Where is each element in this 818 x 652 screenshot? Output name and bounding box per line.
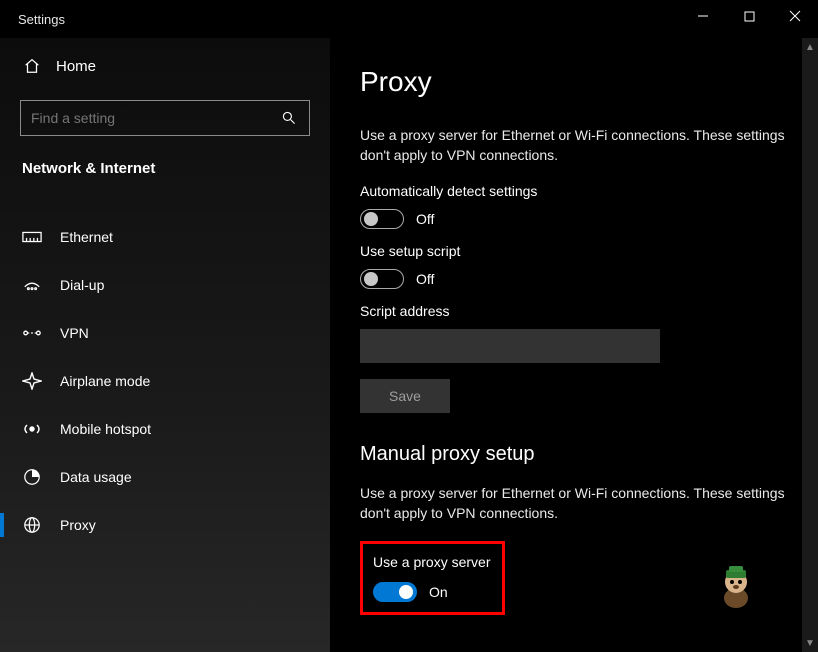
script-address-input[interactable]: [360, 329, 660, 363]
sidebar-item-vpn[interactable]: VPN: [0, 309, 330, 357]
auto-detect-label: Automatically detect settings: [360, 183, 788, 199]
page-title: Proxy: [360, 66, 788, 98]
proxy-icon: [22, 515, 42, 535]
mascot-icon: [714, 564, 758, 610]
manual-proxy-heading: Manual proxy setup: [360, 443, 788, 466]
use-proxy-label: Use a proxy server: [373, 554, 490, 570]
sidebar-item-label: Airplane mode: [60, 373, 150, 389]
minimize-button[interactable]: [680, 0, 726, 32]
ethernet-icon: [22, 227, 42, 247]
sidebar-item-label: Proxy: [60, 517, 96, 533]
window-title: Settings: [18, 12, 65, 27]
data-usage-icon: [22, 467, 42, 487]
window-controls: [680, 0, 818, 32]
search-box[interactable]: [20, 100, 310, 136]
sidebar-item-ethernet[interactable]: Ethernet: [0, 213, 330, 261]
highlight-annotation: Use a proxy server On: [360, 541, 505, 615]
sidebar-item-proxy[interactable]: Proxy: [0, 501, 330, 549]
main-panel: Proxy Use a proxy server for Ethernet or…: [330, 38, 818, 652]
manual-proxy-description: Use a proxy server for Ethernet or Wi-Fi…: [360, 484, 788, 523]
auto-detect-state: Off: [416, 211, 434, 227]
sidebar: Home Network & Internet Ethernet Dial-up: [0, 38, 330, 652]
sidebar-group-title: Network & Internet: [0, 154, 330, 191]
setup-script-label: Use setup script: [360, 243, 788, 259]
search-input[interactable]: [31, 110, 279, 126]
sidebar-item-label: Dial-up: [60, 277, 104, 293]
dialup-icon: [22, 275, 42, 295]
maximize-button[interactable]: [726, 0, 772, 32]
vertical-scrollbar[interactable]: ▲ ▼: [802, 38, 818, 652]
sidebar-item-hotspot[interactable]: Mobile hotspot: [0, 405, 330, 453]
proxy-description: Use a proxy server for Ethernet or Wi-Fi…: [360, 126, 788, 165]
use-proxy-toggle[interactable]: [373, 582, 417, 602]
save-button-label: Save: [389, 388, 421, 404]
sidebar-item-airplane[interactable]: Airplane mode: [0, 357, 330, 405]
scroll-down-icon[interactable]: ▼: [802, 634, 818, 652]
airplane-icon: [22, 371, 42, 391]
sidebar-item-label: Ethernet: [60, 229, 113, 245]
vpn-icon: [22, 323, 42, 343]
setup-script-state: Off: [416, 271, 434, 287]
script-address-label: Script address: [360, 303, 788, 319]
sidebar-item-dialup[interactable]: Dial-up: [0, 261, 330, 309]
sidebar-item-label: Data usage: [60, 469, 132, 485]
sidebar-item-datausage[interactable]: Data usage: [0, 453, 330, 501]
use-proxy-state: On: [429, 584, 448, 600]
setup-script-toggle[interactable]: [360, 269, 404, 289]
search-icon: [279, 108, 299, 128]
home-button[interactable]: Home: [0, 46, 330, 86]
home-icon: [22, 56, 42, 76]
save-button[interactable]: Save: [360, 379, 450, 413]
scroll-up-icon[interactable]: ▲: [802, 38, 818, 56]
hotspot-icon: [22, 419, 42, 439]
close-button[interactable]: [772, 0, 818, 32]
sidebar-item-label: VPN: [60, 325, 89, 341]
sidebar-item-label: Mobile hotspot: [60, 421, 151, 437]
auto-detect-toggle[interactable]: [360, 209, 404, 229]
home-label: Home: [56, 58, 96, 75]
